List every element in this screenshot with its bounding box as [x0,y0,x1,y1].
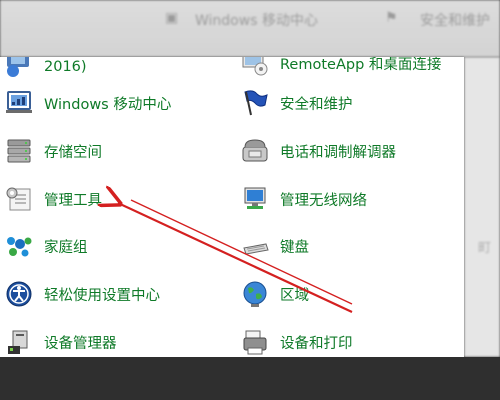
control-item-label: 电话和调制解调器 [280,144,396,161]
background-bottom [0,357,500,400]
control-item-security-maintenance[interactable]: 安全和维护 [240,89,353,117]
control-item-storage-spaces[interactable]: 存储空间 [4,137,102,165]
partial-icon [4,57,34,81]
control-item-devices-printers[interactable]: 设备和打印 [240,328,353,356]
control-item-label: 区域 [280,287,309,304]
control-item-label: 轻松使用设置中心 [44,287,160,304]
control-item-label: 设备和打印 [280,335,353,352]
ease-of-access-icon [4,280,34,308]
control-item-label: 管理工具 [44,192,102,209]
background-window-right: 町 [464,57,500,357]
control-panel-items: 2016) Windows 移动中心 存储空间 管理工具 家庭组 轻松使用设置中… [0,57,464,357]
control-item-remoteapp[interactable]: RemoteApp 和桌面连接 [240,57,441,77]
bg-top-left-text: Windows 移动中心 [195,13,318,29]
keyboard-icon [240,232,270,260]
control-item-admin-tools[interactable]: 管理工具 [4,185,102,213]
control-item-label: 管理无线网络 [280,192,367,209]
background-window: ▣ Windows 移动中心 ⚑ 安全和维护 [0,0,500,57]
control-item-label: Windows 移动中心 [44,96,172,113]
control-item-windows-mobility-center[interactable]: Windows 移动中心 [4,89,171,117]
security-flag-icon [240,89,270,117]
homegroup-icon [4,232,34,260]
wireless-network-icon [240,185,270,213]
control-item-region[interactable]: 区域 [240,280,309,308]
mobility-center-icon [4,89,34,117]
bg-top-right-text: 安全和维护 [420,13,490,29]
phone-modem-icon [240,137,270,165]
control-item-wireless-network[interactable]: 管理无线网络 [240,185,367,213]
region-globe-icon [240,280,270,308]
control-item-homegroup[interactable]: 家庭组 [4,232,88,260]
control-item-2016[interactable]: 2016) [4,57,87,81]
admin-tools-icon [4,185,34,213]
control-item-label: 安全和维护 [280,96,353,113]
bg-mobility-icon: ▣ [165,10,179,26]
bg-right-text: 町 [478,241,492,256]
control-item-label: 家庭组 [44,239,88,256]
control-item-label: RemoteApp 和桌面连接 [280,57,442,73]
control-item-label: 存储空间 [44,144,102,161]
control-item-keyboard[interactable]: 键盘 [240,232,309,260]
device-manager-icon [4,328,34,356]
storage-spaces-icon [4,137,34,165]
devices-printers-icon [240,328,270,356]
control-item-label: 2016) [44,59,87,75]
bg-flag-icon: ⚑ [385,10,398,26]
control-item-phone-modem[interactable]: 电话和调制解调器 [240,137,396,165]
control-item-label: 键盘 [280,239,309,256]
control-item-ease-of-access[interactable]: 轻松使用设置中心 [4,280,160,308]
remoteapp-icon [240,57,270,77]
control-item-label: 设备管理器 [44,335,117,352]
control-item-device-manager[interactable]: 设备管理器 [4,328,117,356]
